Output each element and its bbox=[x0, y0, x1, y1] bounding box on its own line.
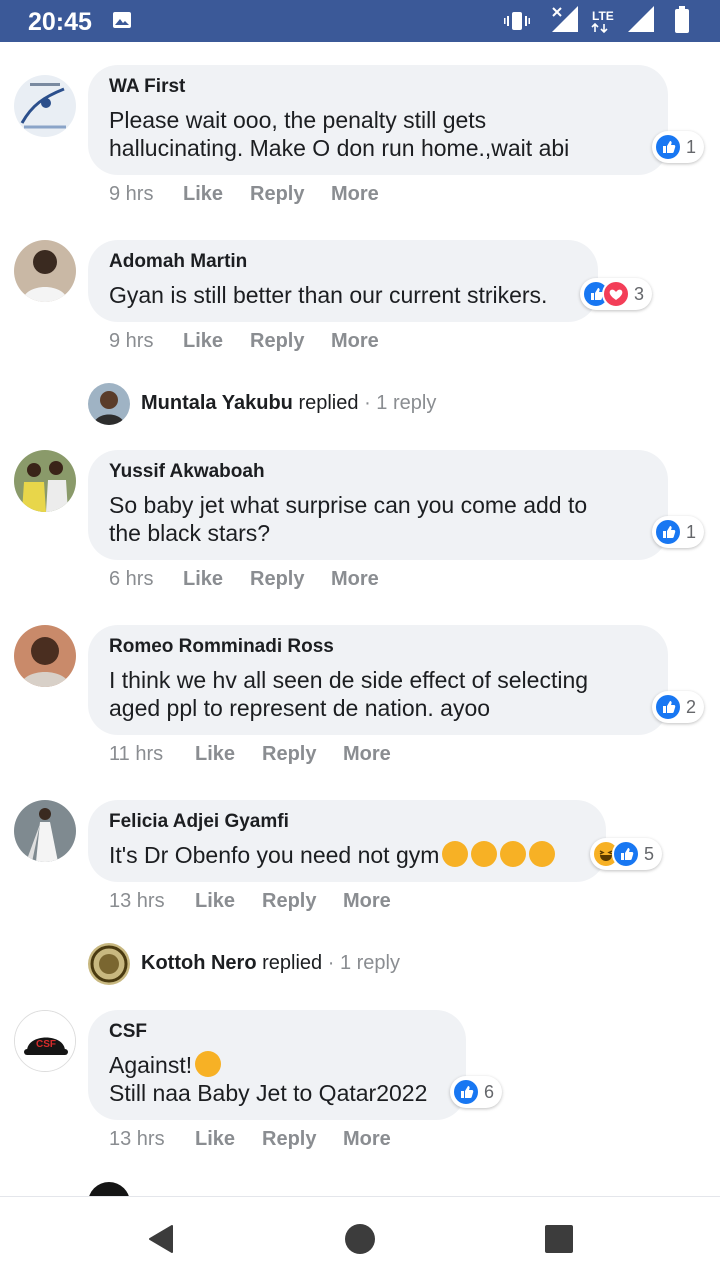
reaction-count: 2 bbox=[686, 696, 697, 717]
like-reaction-icon bbox=[452, 1078, 480, 1106]
avatar[interactable] bbox=[14, 450, 76, 512]
home-icon[interactable] bbox=[342, 1221, 378, 1257]
rofl-emoji-icon bbox=[471, 841, 498, 867]
comment-bubble[interactable]: Romeo Romminadi Ross I think we hv all s… bbox=[88, 625, 668, 735]
reply-author[interactable]: Muntala Yakubu bbox=[141, 392, 293, 414]
reply-avatar bbox=[88, 1182, 130, 1196]
reaction-summary[interactable]: 2 bbox=[652, 691, 705, 723]
replies-link[interactable]: Kottoh Nero replied · 1 reply bbox=[88, 943, 688, 987]
comment-text: So baby jet what surprise can you come a… bbox=[109, 492, 588, 546]
comment-time: 13 hrs bbox=[109, 890, 165, 912]
comment-time: 9 hrs bbox=[109, 183, 154, 205]
love-reaction-icon bbox=[602, 280, 630, 308]
like-button[interactable]: Like bbox=[183, 183, 223, 206]
reply-button[interactable]: Reply bbox=[250, 183, 304, 206]
reply-count[interactable]: 1 reply bbox=[376, 392, 436, 414]
reaction-count: 1 bbox=[686, 521, 697, 542]
battery-icon bbox=[675, 6, 689, 33]
comment-time: 6 hrs bbox=[109, 568, 154, 590]
comment-text: Gyan is still better than our current st… bbox=[109, 282, 548, 308]
vibrate-icon bbox=[504, 12, 530, 30]
commenter-name[interactable]: Romeo Romminadi Ross bbox=[109, 636, 648, 658]
reaction-count: 1 bbox=[686, 136, 697, 157]
replies-link[interactable]: Muntala Yakubu replied · 1 reply bbox=[88, 383, 688, 427]
comment-bubble[interactable]: CSF Against! Still naa Baby Jet to Qatar2… bbox=[88, 1010, 466, 1120]
like-reaction-icon bbox=[654, 693, 682, 721]
reaction-summary[interactable]: 6 bbox=[450, 1076, 503, 1108]
avatar[interactable] bbox=[14, 75, 76, 137]
back-icon[interactable] bbox=[142, 1221, 178, 1257]
like-reaction-icon bbox=[654, 518, 682, 546]
reply-button[interactable]: Reply bbox=[250, 330, 304, 353]
lte-label: LTE bbox=[592, 9, 614, 23]
like-button[interactable]: Like bbox=[195, 890, 235, 913]
comment-bubble[interactable]: WA First Please wait ooo, the penalty st… bbox=[88, 65, 668, 175]
comment-bubble[interactable]: Felicia Adjei Gyamfi It's Dr Obenfo you … bbox=[88, 800, 606, 882]
comment-bubble[interactable]: Adomah Martin Gyan is still better than … bbox=[88, 240, 598, 322]
commenter-name[interactable]: CSF bbox=[109, 1021, 446, 1043]
signal-icon bbox=[628, 6, 654, 32]
no-signal-icon bbox=[552, 6, 578, 32]
like-reaction-icon bbox=[612, 840, 640, 868]
rofl-emoji-icon bbox=[500, 841, 527, 867]
comment-time: 13 hrs bbox=[109, 1128, 165, 1150]
reaction-count: 6 bbox=[484, 1081, 495, 1102]
like-button[interactable]: Like bbox=[195, 1128, 235, 1151]
reply-count[interactable]: 1 reply bbox=[340, 952, 400, 974]
more-button[interactable]: More bbox=[343, 890, 391, 913]
avatar[interactable]: CSF bbox=[14, 1010, 76, 1072]
comment-text: Against! Still naa Baby Jet to Qatar2022 bbox=[109, 1051, 428, 1106]
reply-author[interactable]: Kottoh Nero bbox=[141, 952, 257, 974]
reply-button[interactable]: Reply bbox=[262, 743, 316, 766]
avatar[interactable] bbox=[14, 625, 76, 687]
avatar[interactable] bbox=[14, 240, 76, 302]
reply-button[interactable]: Reply bbox=[262, 890, 316, 913]
reply-button[interactable]: Reply bbox=[250, 568, 304, 591]
commenter-name[interactable]: Felicia Adjei Gyamfi bbox=[109, 811, 586, 833]
reply-avatar bbox=[88, 943, 130, 985]
reaction-summary[interactable]: 1 bbox=[652, 516, 705, 548]
commenter-name[interactable]: WA First bbox=[109, 76, 648, 98]
like-reaction-icon bbox=[654, 133, 682, 161]
comment-text: It's Dr Obenfo you need not gym bbox=[109, 841, 586, 869]
comment-time: 11 hrs bbox=[109, 743, 164, 765]
status-bar: 20:45 LTE bbox=[0, 0, 720, 42]
commenter-name[interactable]: Adomah Martin bbox=[109, 251, 578, 273]
comment-bubble[interactable]: Yussif Akwaboah So baby jet what surpris… bbox=[88, 450, 668, 560]
reply-summary[interactable]: Muntala Yakubu replied · 1 reply bbox=[141, 392, 436, 415]
grinning-squint-emoji-icon bbox=[195, 1051, 222, 1077]
gallery-notification-icon bbox=[113, 12, 131, 28]
like-button[interactable]: Like bbox=[183, 568, 223, 591]
reaction-count: 3 bbox=[634, 283, 645, 304]
reply-summary[interactable]: Kottoh Nero replied · 1 reply bbox=[141, 952, 400, 975]
more-button[interactable]: More bbox=[343, 743, 391, 766]
comment-text: Please wait ooo, the penalty still gets … bbox=[109, 107, 570, 161]
like-button[interactable]: Like bbox=[195, 743, 235, 766]
comments-feed[interactable]: WA First Please wait ooo, the penalty st… bbox=[0, 42, 720, 1196]
more-button[interactable]: More bbox=[331, 568, 379, 591]
system-navigation-bar bbox=[0, 1196, 720, 1281]
more-button[interactable]: More bbox=[343, 1128, 391, 1151]
reaction-summary[interactable]: 5 bbox=[590, 838, 663, 870]
comment-time: 9 hrs bbox=[109, 330, 154, 352]
reaction-count: 5 bbox=[644, 843, 655, 864]
more-button[interactable]: More bbox=[331, 330, 379, 353]
reply-avatar bbox=[88, 383, 130, 425]
more-button[interactable]: More bbox=[331, 183, 379, 206]
status-icons: LTE bbox=[504, 6, 689, 34]
like-button[interactable]: Like bbox=[183, 330, 223, 353]
reaction-summary[interactable]: 1 bbox=[652, 131, 705, 163]
reply-button[interactable]: Reply bbox=[262, 1128, 316, 1151]
rofl-emoji-icon bbox=[442, 841, 469, 867]
comment-text: I think we hv all seen de side effect of… bbox=[109, 667, 589, 721]
reaction-summary[interactable]: 3 bbox=[580, 278, 653, 310]
avatar[interactable] bbox=[14, 800, 76, 862]
commenter-name[interactable]: Yussif Akwaboah bbox=[109, 461, 648, 483]
status-time: 20:45 bbox=[28, 8, 92, 36]
recents-icon[interactable] bbox=[541, 1221, 577, 1257]
rofl-emoji-icon bbox=[529, 841, 556, 867]
svg-text:CSF: CSF bbox=[36, 1039, 56, 1050]
